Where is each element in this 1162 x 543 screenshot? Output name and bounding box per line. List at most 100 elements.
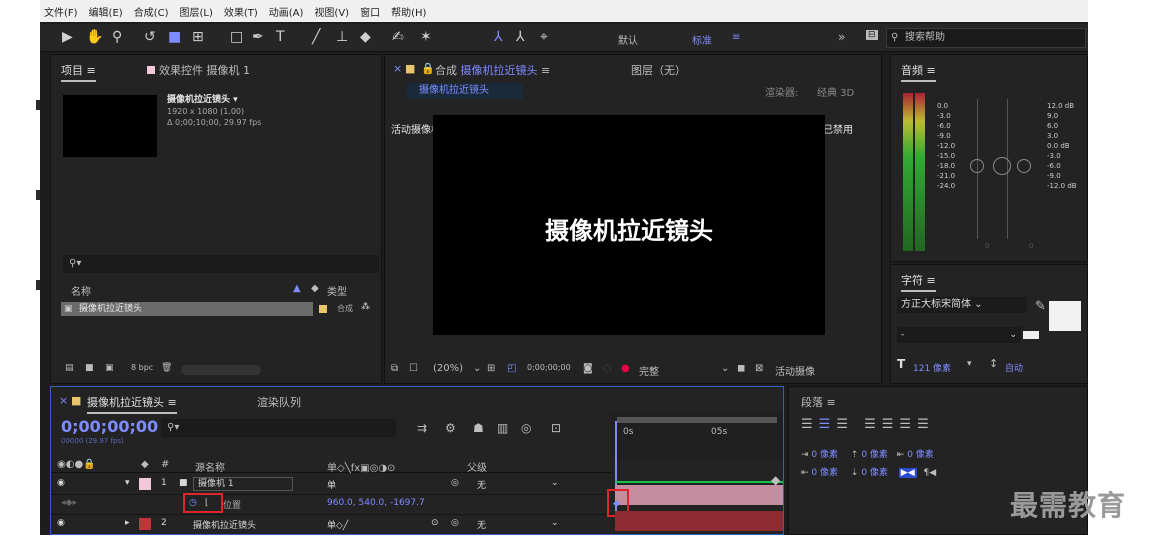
font-family-select[interactable]: 方正大标宋简体 ⌄ [897, 297, 1027, 313]
draft-3d-icon[interactable]: ⚙ [445, 421, 456, 435]
world-axis-icon[interactable]: ⅄ [516, 28, 525, 46]
brush-tool-icon[interactable]: ╱ [312, 28, 320, 46]
roto-brush-tool-icon[interactable]: ✍ [392, 28, 404, 46]
parent-dropdown-icon[interactable]: ⌄ [551, 518, 559, 528]
layer-name[interactable]: 摄像机 1 [193, 477, 293, 491]
menu-layer[interactable]: 图层(L) [179, 4, 212, 19]
font-style-select[interactable]: - ⌄ [897, 327, 1021, 343]
thumbnail-slider[interactable] [181, 365, 261, 375]
volume-knob-left[interactable] [970, 159, 984, 173]
comp-breadcrumb[interactable]: 摄像机拉近镜头 [407, 83, 523, 99]
camera-tool-icon[interactable]: ■ [168, 28, 181, 46]
selection-tool-icon[interactable]: ▶ [62, 28, 73, 46]
timeline-property-row[interactable]: ◂◆▸ ◷ ⌊ 位置 960.0, 540.0, -1697.7 [51, 495, 611, 515]
3d-view-value[interactable]: 活动摄像 [775, 363, 815, 378]
region-icon[interactable]: ◰ [507, 363, 516, 374]
graph-editor-icon[interactable]: ⊡ [551, 421, 561, 435]
renderer-value[interactable]: 经典 3D [817, 84, 854, 99]
justify-right-icon[interactable]: ☰ [899, 417, 917, 432]
shy-switch[interactable]: 单◇╱ [327, 518, 348, 531]
interpret-footage-icon[interactable]: ▤ [65, 363, 74, 373]
volume-knob-right[interactable] [1017, 159, 1031, 173]
menu-file[interactable]: 文件(F) [44, 4, 78, 19]
type-tool-icon[interactable]: T [276, 28, 285, 46]
puppet-tool-icon[interactable]: ✶ [420, 28, 432, 46]
timeline-search-input[interactable]: ⚲▾ [161, 419, 396, 437]
menu-effect[interactable]: 效果(T) [224, 4, 258, 19]
menu-edit[interactable]: 编辑(E) [89, 4, 123, 19]
new-folder-icon[interactable]: ■ [85, 363, 94, 373]
workspace-standard[interactable]: 标准 [692, 32, 712, 47]
tab-render-queue[interactable]: 渲染队列 [257, 394, 301, 410]
workspace-default[interactable]: 默认 [618, 32, 638, 47]
tab-layer[interactable]: 图层（无） [631, 62, 686, 78]
more-workspaces-icon[interactable]: » [838, 30, 845, 44]
resolution-dropdown-icon[interactable]: ⌄ [721, 363, 729, 374]
grid-icon[interactable]: ⊞ [487, 363, 495, 374]
fill-color-swatch[interactable] [1049, 301, 1081, 331]
pen-tool-icon[interactable]: ✒ [252, 28, 264, 46]
tab-paragraph[interactable]: 段落 ≡ [801, 394, 836, 410]
menu-help[interactable]: 帮助(H) [391, 4, 426, 19]
zoom-dropdown-icon[interactable]: ⌄ [473, 363, 481, 374]
layer-parent-value[interactable]: 无 [477, 518, 486, 531]
menu-animation[interactable]: 动画(A) [269, 4, 304, 19]
shy-icon[interactable]: ☗ [473, 421, 484, 435]
stroke-color-swatch[interactable] [1023, 331, 1039, 339]
new-comp-icon[interactable]: ▣ [105, 363, 114, 373]
expand-arrow-icon[interactable]: ▾ [125, 478, 130, 488]
show-snapshot-icon[interactable]: ◌ [603, 363, 612, 374]
layer-label-color[interactable] [139, 478, 151, 490]
fast-preview-icon[interactable]: ◼ [737, 363, 745, 374]
workspace-menu-icon[interactable]: ≡ [732, 32, 740, 43]
close-timeline-tab-icon[interactable]: × [59, 394, 68, 407]
align-left-icon[interactable]: ☰ [801, 417, 819, 432]
eraser-tool-icon[interactable]: ◆ [360, 28, 371, 46]
eyedropper-icon[interactable]: ✎ [1035, 299, 1046, 314]
project-item-row[interactable]: ▣ 摄像机拉近镜头 合成 ⁂ [61, 302, 381, 316]
transparency-grid-icon[interactable]: ⊠ [755, 363, 763, 374]
view-axis-icon[interactable]: ⌖ [540, 28, 548, 46]
keyframe-nav-icon[interactable]: ◂◆▸ [61, 498, 77, 508]
bit-depth-label[interactable]: 8 bpc [131, 363, 153, 372]
rtl-direction-icon[interactable]: ¶◀ [924, 468, 937, 478]
layer-1-track-bar[interactable] [615, 485, 783, 505]
layer-name[interactable]: 摄像机拉近镜头 [193, 518, 256, 531]
comp-timecode[interactable]: 0;00;00;00 [527, 363, 571, 372]
search-help-input[interactable]: ⚲ 搜索帮助 [886, 28, 1086, 48]
work-area-bar[interactable] [617, 417, 777, 423]
snapshot-toggle-icon[interactable]: ⧉ [391, 363, 398, 374]
timeline-layer-row[interactable]: ◉ ▾ 1 ■ 摄像机 1 单 ◎ 无 ⌄ [51, 475, 611, 495]
space-after-value[interactable]: 0 像素 [861, 468, 888, 478]
sort-arrow-icon[interactable]: ▲ [293, 283, 301, 294]
property-value[interactable]: 960.0, 540.0, -1697.7 [327, 498, 425, 508]
timeline-layer-row[interactable]: ◉ ▸ 2 摄像机拉近镜头 单◇╱ ⊙ ◎ 无 ⌄ [51, 515, 611, 534]
zoom-tool-icon[interactable]: ⚲ [112, 28, 122, 46]
local-axis-icon[interactable]: ⅄ [494, 28, 503, 46]
comp-mini-flowchart-icon[interactable]: ⇉ [417, 421, 427, 435]
column-parent[interactable]: 父级 [467, 459, 487, 474]
indent-right-value[interactable]: 0 像素 [811, 468, 838, 478]
justify-left-icon[interactable]: ☰ [864, 417, 882, 432]
layer-end-handle-icon[interactable]: ◆ [771, 473, 780, 487]
current-time[interactable]: 0;00;00;00 [61, 417, 158, 436]
font-size-value[interactable]: 121 像素 [913, 361, 951, 374]
video-eye-icon[interactable]: ◉ [57, 478, 65, 488]
panel-toggle-icon[interactable]: ⊟ [866, 30, 878, 40]
column-type[interactable]: 类型 [327, 283, 347, 298]
frame-blending-icon[interactable]: ▥ [497, 421, 508, 435]
zoom-level[interactable]: (20%) [433, 363, 463, 374]
camera-snapshot-icon[interactable]: ◙ [583, 363, 593, 374]
font-size-dropdown-icon[interactable]: ▾ [967, 359, 972, 369]
parent-pickwhip-icon[interactable]: ◎ [451, 478, 459, 488]
tab-timeline[interactable]: 摄像机拉近镜头 ≡ [87, 394, 177, 414]
tab-composition[interactable]: 合成 摄像机拉近镜头 ≡ [435, 62, 550, 78]
tab-effect-controls[interactable]: 效果控件 摄像机 1 [147, 62, 250, 78]
ltr-direction-icon[interactable]: ▶◀ [898, 468, 917, 478]
time-ruler[interactable]: 0s 05s [611, 413, 783, 459]
parent-pickwhip-icon[interactable]: ◎ [451, 518, 459, 528]
resolution-value[interactable]: 完整 [639, 363, 659, 378]
label-color-swatch[interactable] [319, 305, 327, 313]
monitor-icon[interactable]: ☐ [409, 363, 418, 374]
align-center-icon[interactable]: ☰ [819, 417, 837, 432]
